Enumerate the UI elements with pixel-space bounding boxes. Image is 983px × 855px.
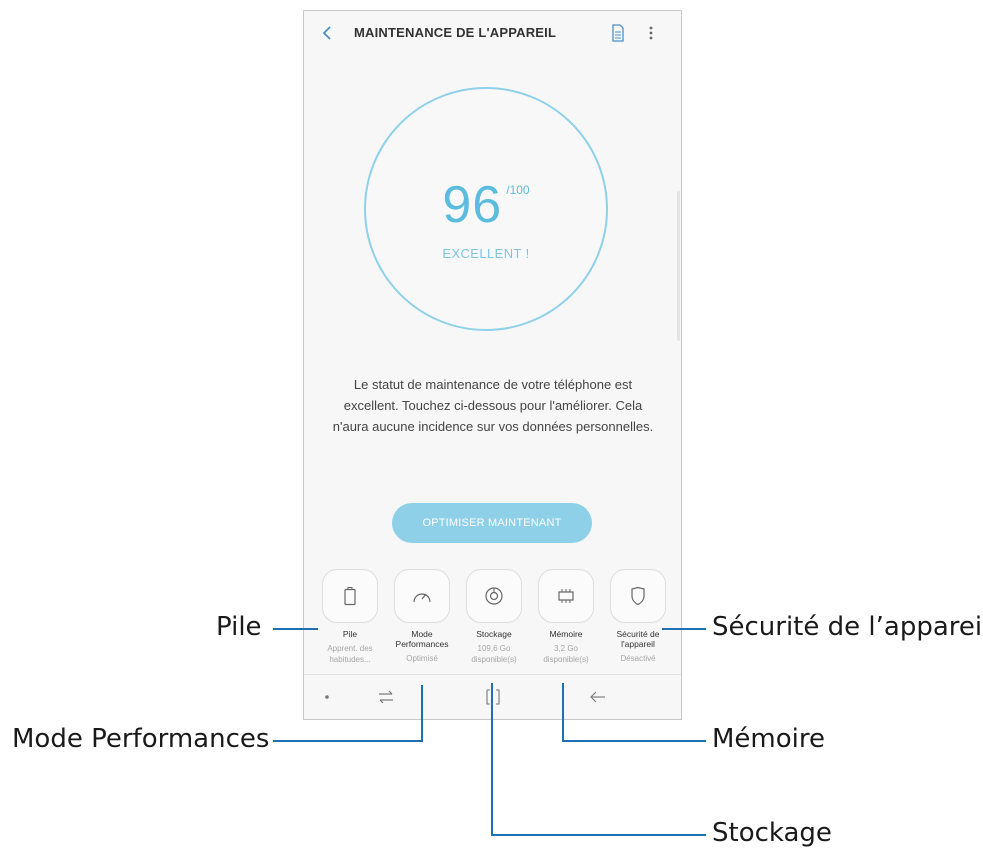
callout-stockage: Stockage [712, 818, 832, 848]
callout-securite: Sécurité de l’appareil [712, 612, 983, 642]
battery-icon [344, 587, 356, 606]
score-display: 96/100 [366, 175, 606, 235]
gauge-icon [413, 593, 431, 603]
category-label: Mémoire [549, 629, 583, 639]
home-icon[interactable] [482, 685, 504, 709]
category-status: 109,6 Go disponible(s) [471, 644, 517, 664]
phone-screen: MAINTENANCE DE L'APPAREIL 96/100 EXCELLE… [303, 10, 682, 720]
category-label: Mode Performances [395, 629, 449, 649]
callout-mode-performances: Mode Performances [12, 724, 270, 754]
optimize-now-button[interactable]: OPTIMISER MAINTENANT [392, 503, 592, 543]
back-arrow-icon[interactable] [588, 685, 608, 709]
category-memory-tile[interactable] [538, 569, 594, 623]
category-performance-tile[interactable] [394, 569, 450, 623]
category-status: Optimisé [406, 654, 438, 663]
category-memory[interactable]: Mémoire 3,2 Go disponible(s) [538, 569, 594, 665]
category-label: Pile [342, 629, 358, 639]
storage-icon [485, 587, 503, 605]
score-max: /100 [506, 183, 530, 197]
scrollbar[interactable] [677, 191, 680, 341]
category-storage[interactable]: Stockage 109,6 Go disponible(s) [466, 569, 522, 665]
status-description: Le statut de maintenance de votre téléph… [332, 377, 654, 434]
category-status: Désactivé [620, 654, 656, 663]
category-battery-tile[interactable] [322, 569, 378, 623]
category-status: Apprent. des habitudes... [327, 644, 373, 664]
category-battery[interactable]: Pile Apprent. des habitudes... [322, 569, 378, 665]
category-label: Stockage [476, 629, 512, 639]
page-title: MAINTENANCE DE L'APPAREIL [354, 25, 557, 40]
report-icon[interactable] [610, 23, 626, 43]
more-vertical-icon[interactable] [644, 23, 658, 43]
category-label: Sécurité de l'appareil [616, 629, 660, 649]
category-status: 3,2 Go disponible(s) [543, 644, 589, 664]
chevron-left-icon[interactable] [318, 23, 336, 43]
dot-icon[interactable] [322, 685, 332, 709]
category-performance-mode[interactable]: Mode Performances Optimisé [394, 569, 450, 664]
callout-pile: Pile [216, 612, 262, 642]
recent-apps-icon[interactable] [376, 685, 396, 709]
category-storage-tile[interactable] [466, 569, 522, 623]
category-device-security[interactable]: Sécurité de l'appareil Désactivé [610, 569, 666, 664]
maintenance-score-gauge: 96/100 EXCELLENT ! [364, 87, 608, 331]
category-row: Pile Apprent. des habitudes... Mode Perf… [322, 569, 667, 681]
app-bar: MAINTENANCE DE L'APPAREIL [304, 11, 681, 57]
navigation-bar [304, 674, 681, 719]
score-rating: EXCELLENT ! [442, 246, 530, 261]
callout-memoire: Mémoire [712, 724, 826, 754]
shield-icon [631, 586, 645, 606]
score-value: 96 [442, 176, 503, 234]
category-security-tile[interactable] [610, 569, 666, 623]
memory-chip-icon [558, 589, 574, 603]
